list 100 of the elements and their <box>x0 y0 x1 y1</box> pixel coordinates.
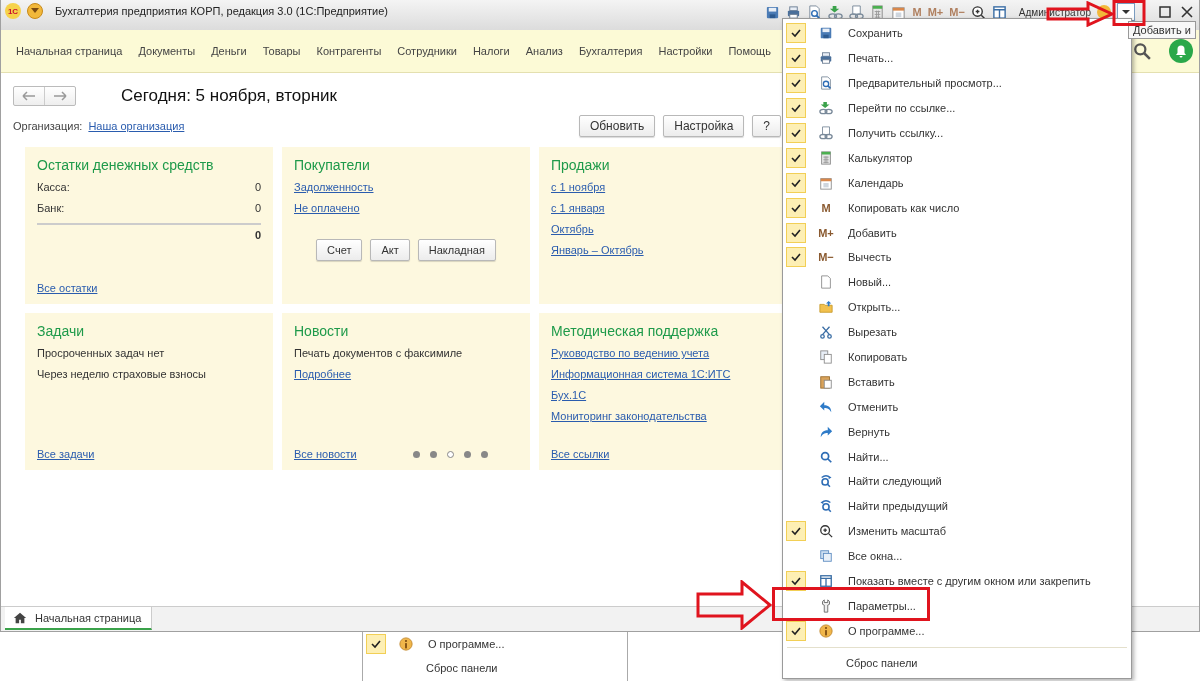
checkbox[interactable] <box>786 197 806 218</box>
card-footer-link[interactable]: Все ссылки <box>551 448 610 460</box>
tooltip: Добавить и <box>1128 21 1196 39</box>
menu-item[interactable]: Калькулятор <box>848 151 913 164</box>
section-link[interactable]: Анализ <box>525 45 563 57</box>
amount-label: Касса: <box>37 181 70 193</box>
checkmark-icon <box>791 28 801 39</box>
card-link[interactable]: Мониторинг законодательства <box>551 410 707 422</box>
app-logo[interactable]: 1С <box>5 3 21 19</box>
card-footer-link[interactable]: Все задачи <box>37 448 95 460</box>
menu-item[interactable]: Сброс панели <box>783 652 1131 675</box>
section-link[interactable]: Контрагенты <box>316 45 382 57</box>
menu-item[interactable]: Найти следующий <box>848 475 942 488</box>
menu-item[interactable]: Новый... <box>848 276 892 289</box>
card-link[interactable]: Задолженность <box>294 181 374 193</box>
menu-item[interactable]: Все окна... <box>848 550 903 563</box>
pager-dot[interactable] <box>480 450 488 458</box>
menu-item[interactable]: Вырезать <box>848 326 897 339</box>
menu-item[interactable]: Копировать <box>848 351 908 363</box>
section-link[interactable]: Налоги <box>472 45 510 57</box>
menu-item[interactable]: О программе... <box>428 638 505 651</box>
checkmark-icon <box>791 202 801 213</box>
toolbar-button[interactable]: Обновить <box>578 115 656 137</box>
card-link[interactable]: Руководство по ведению учета <box>551 347 710 359</box>
document-button[interactable]: Накладная <box>417 239 496 261</box>
pager-dot[interactable] <box>446 450 454 458</box>
search-icon <box>819 449 833 464</box>
maximize-icon[interactable] <box>1157 4 1173 20</box>
checkmark-icon <box>371 639 381 650</box>
menu-item[interactable]: Добавить <box>848 226 897 239</box>
close-icon[interactable] <box>1179 4 1195 20</box>
caret-icon <box>1122 9 1130 15</box>
checkbox[interactable] <box>786 73 806 94</box>
checkbox[interactable] <box>786 48 806 69</box>
card-link[interactable]: Октябрь <box>551 223 594 235</box>
menu-item[interactable]: Сброс панели <box>363 656 627 679</box>
checkbox[interactable] <box>786 172 806 193</box>
card-footer-link[interactable]: Все остатки <box>37 282 98 294</box>
main-menu-button[interactable] <box>27 3 43 19</box>
menu-item[interactable]: Найти... <box>848 450 889 463</box>
card-footer-link[interactable]: Все новости <box>294 448 357 460</box>
section-link[interactable]: Документы <box>138 45 196 57</box>
highlight-frame <box>1112 0 1146 27</box>
pager-dot[interactable] <box>429 450 437 458</box>
document-button[interactable]: Акт <box>370 239 410 261</box>
card-link[interactable]: Подробнее <box>294 368 352 380</box>
checkbox[interactable] <box>786 123 806 143</box>
document-button[interactable]: Счет <box>316 239 363 261</box>
menu-item[interactable]: Получить ссылку... <box>848 127 944 139</box>
menu-item[interactable]: Копировать как число <box>848 201 960 214</box>
menu-item[interactable]: Печать... <box>848 52 894 65</box>
menu-item[interactable]: Открыть... <box>848 301 901 314</box>
menu-item[interactable]: О программе... <box>848 624 925 637</box>
card-link[interactable]: Информационная система 1С:ИТС <box>551 368 731 380</box>
menu-item[interactable]: Найти предыдущий <box>848 500 948 513</box>
section-link[interactable]: Товары <box>262 45 301 57</box>
checkbox[interactable] <box>786 620 806 641</box>
dropdown-button[interactable] <box>1117 3 1135 21</box>
menu-item[interactable]: Вычесть <box>848 251 892 264</box>
checkbox[interactable] <box>786 23 806 44</box>
search-icon[interactable] <box>1133 42 1151 60</box>
card-link[interactable]: с 1 января <box>551 202 605 214</box>
document-icon <box>819 275 833 290</box>
menu-item[interactable]: Вернуть <box>848 425 890 438</box>
card-link[interactable]: Январь – Октябрь <box>551 244 644 256</box>
checkbox[interactable] <box>366 634 386 655</box>
toolbar-button[interactable]: ? <box>752 115 781 137</box>
menu-item[interactable]: Календарь <box>848 176 904 189</box>
toolbar-button[interactable]: Настройка <box>663 115 745 137</box>
checkbox[interactable] <box>786 521 806 542</box>
section-link[interactable]: Сотрудники <box>397 45 457 57</box>
menu-item[interactable]: Предварительный просмотр... <box>848 77 1002 90</box>
home-icon <box>13 610 27 625</box>
section-link[interactable]: Помощь <box>728 45 771 57</box>
menu-item[interactable]: Показать вместе с другим окном или закрепить <box>848 575 1091 588</box>
section-link[interactable]: Настройки <box>658 45 713 57</box>
menu-item[interactable]: Отменить <box>848 400 899 413</box>
pager-dot[interactable] <box>463 450 471 458</box>
search-previous-icon <box>819 499 833 514</box>
menu-item[interactable]: Вставить <box>848 375 895 388</box>
menu-item[interactable]: Перейти по ссылке... <box>848 102 956 115</box>
card-link[interactable]: Не оплачено <box>294 202 360 214</box>
checkbox[interactable] <box>786 147 806 168</box>
card-link[interactable]: с 1 ноября <box>551 181 606 193</box>
section-link[interactable]: Деньги <box>211 45 247 57</box>
menu-item[interactable]: Сохранить <box>848 27 903 40</box>
pager-dot[interactable] <box>412 450 420 458</box>
total-value: 0 <box>37 223 261 241</box>
bell-icon[interactable] <box>1169 39 1193 63</box>
menu-item[interactable]: Изменить масштаб <box>848 525 946 538</box>
menu-item[interactable]: Параметры... <box>848 599 916 612</box>
window-tab[interactable]: Начальная страница <box>5 607 153 630</box>
section-link[interactable]: Бухгалтерия <box>578 45 643 57</box>
split-window-icon <box>819 574 833 589</box>
checkbox[interactable] <box>786 98 806 119</box>
card-link[interactable]: Бух.1С <box>551 389 587 401</box>
organization-link[interactable]: Наша организация <box>88 120 185 132</box>
checkbox[interactable] <box>786 247 806 268</box>
checkbox[interactable] <box>786 222 806 243</box>
section-link[interactable]: Начальная страница <box>16 45 123 57</box>
